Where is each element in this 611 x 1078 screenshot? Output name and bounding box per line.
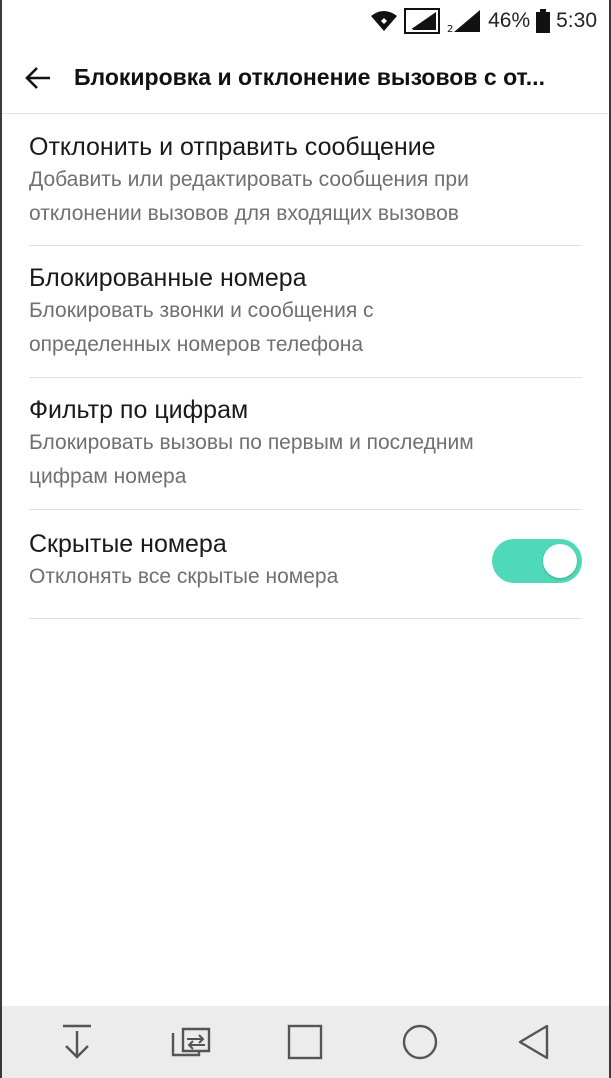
sim2-signal-icon: 2 xyxy=(446,8,482,34)
battery-percent: 46% xyxy=(488,9,531,32)
setting-summary: Блокировать звонки и сообщения с xyxy=(29,299,374,322)
sim1-signal-icon: 1 xyxy=(404,8,441,34)
setting-summary: отклонении вызовов для входящих вызовов xyxy=(29,202,459,225)
back-arrow-icon[interactable] xyxy=(24,64,52,92)
app-bar: Блокировка и отклонение вызовов с от... xyxy=(0,42,611,114)
setting-blocked-numbers[interactable]: Блокированные номера Блокировать звонки … xyxy=(29,246,582,378)
svg-text:2: 2 xyxy=(447,24,453,34)
setting-hidden-numbers[interactable]: Скрытые номера Отклонять все скрытые ном… xyxy=(29,510,582,619)
setting-digit-filter[interactable]: Фильтр по цифрам Блокировать вызовы по п… xyxy=(29,378,582,510)
settings-list: Отклонить и отправить сообщение Добавить… xyxy=(0,115,611,619)
hidden-numbers-toggle[interactable] xyxy=(492,539,582,583)
navigation-bar xyxy=(0,1006,611,1078)
setting-summary: Добавить или редактировать сообщения при xyxy=(29,168,469,191)
setting-summary: Блокировать вызовы по первым и последним xyxy=(29,431,474,454)
toggle-knob xyxy=(543,544,577,578)
setting-summary: определенных номеров телефона xyxy=(29,333,364,356)
setting-title: Фильтр по цифрам xyxy=(29,396,249,424)
svg-text:1: 1 xyxy=(408,23,414,33)
page-title: Блокировка и отклонение вызовов с от... xyxy=(74,64,545,90)
back-icon[interactable] xyxy=(509,1017,559,1067)
setting-title: Отклонить и отправить сообщение xyxy=(29,133,436,161)
recents-icon[interactable] xyxy=(280,1017,330,1067)
status-bar: 1 2 46% 5:30 xyxy=(0,0,611,42)
home-icon[interactable] xyxy=(395,1017,445,1067)
wifi-icon xyxy=(370,9,398,33)
setting-reject-with-message[interactable]: Отклонить и отправить сообщение Добавить… xyxy=(29,115,582,246)
notification-pull-down-icon[interactable] xyxy=(52,1017,102,1067)
clock: 5:30 xyxy=(556,9,597,32)
battery-icon xyxy=(536,9,551,33)
setting-title: Блокированные номера xyxy=(29,264,307,292)
dual-window-icon[interactable] xyxy=(166,1017,216,1067)
setting-summary: цифрам номера xyxy=(29,465,187,488)
